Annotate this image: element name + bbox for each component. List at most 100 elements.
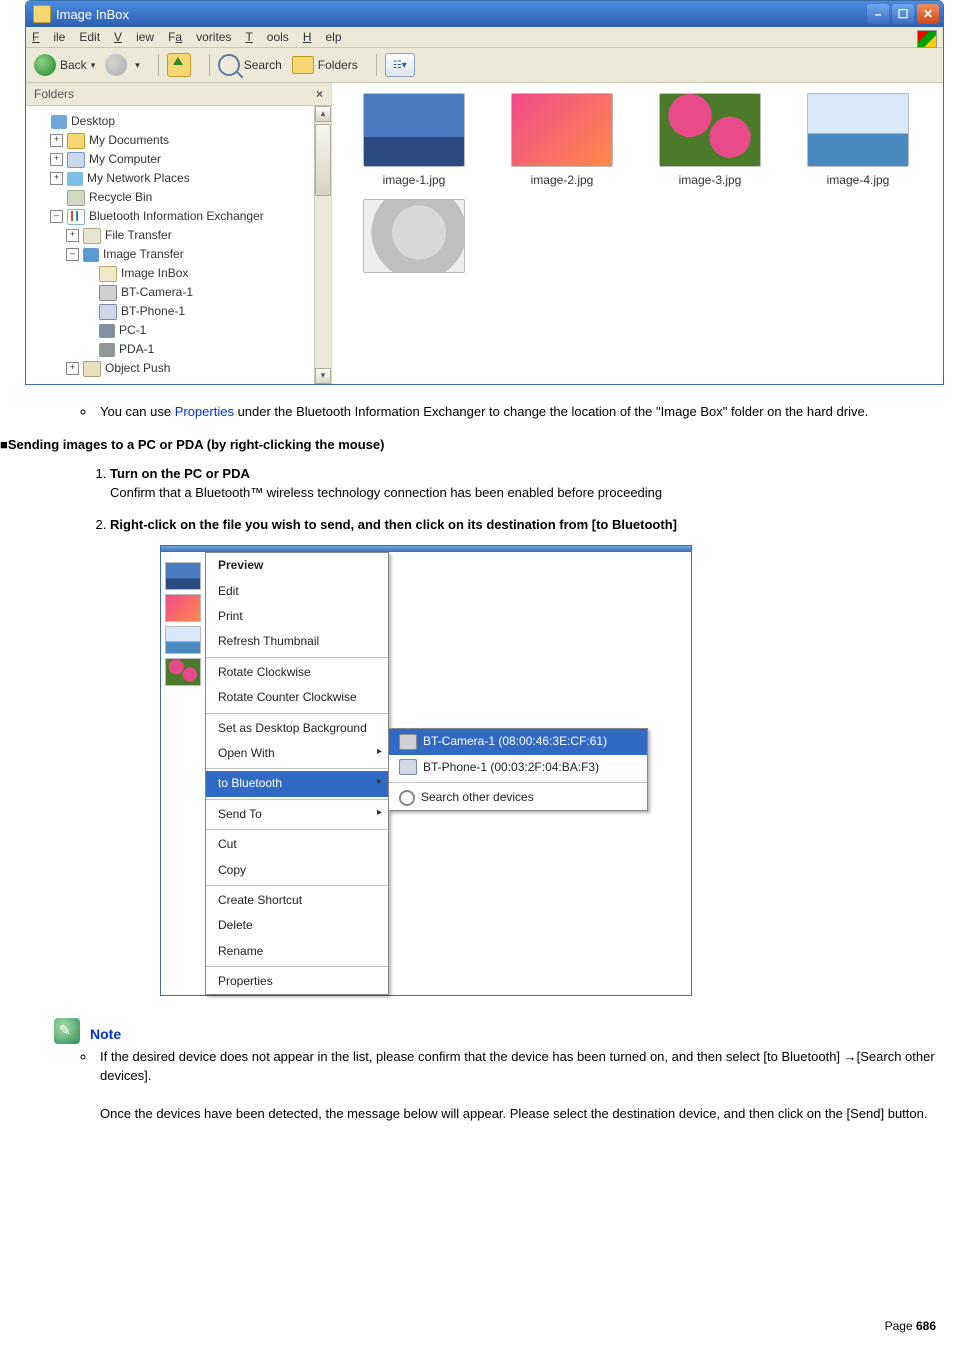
menu-item[interactable]: Rename: [206, 939, 388, 964]
close-pane-icon[interactable]: ×: [316, 87, 323, 101]
back-button[interactable]: Back▾: [34, 54, 95, 76]
expand-icon[interactable]: +: [66, 229, 79, 242]
window-title: Image InBox: [56, 7, 129, 22]
tree-item[interactable]: BT-Phone-1: [121, 302, 185, 321]
chevron-down-icon: ▾: [91, 60, 96, 71]
thumbnail-item[interactable]: image-4.jpg: [788, 93, 928, 187]
minimize-button[interactable]: –: [867, 4, 889, 24]
image-thumb-icon: [363, 93, 465, 167]
folders-pane-title: Folders: [34, 87, 74, 101]
folders-pane: Folders × Desktop + My Documents + My Comp…: [26, 83, 332, 384]
search-button[interactable]: Search: [218, 54, 282, 76]
submenu-item[interactable]: BT-Phone-1 (00:03:2F:04:BA:F3): [389, 755, 647, 780]
object-push-icon: [83, 361, 101, 377]
desktop-icon: [51, 115, 67, 129]
tree-item[interactable]: Bluetooth Information Exchanger: [89, 207, 264, 226]
titlebar[interactable]: Image InBox – ☐ ✕: [26, 1, 943, 27]
thumbnail-label: image-3.jpg: [640, 173, 780, 187]
image-transfer-icon: [83, 248, 99, 262]
properties-link[interactable]: Properties: [175, 404, 234, 419]
expand-icon[interactable]: +: [50, 172, 63, 185]
tree-item[interactable]: My Documents: [89, 131, 169, 150]
menu-view[interactable]: View: [114, 30, 154, 44]
context-menu[interactable]: Preview Edit Print Refresh Thumbnail Rot…: [205, 552, 389, 995]
menu-item[interactable]: Create Shortcut: [206, 888, 388, 913]
folder-tree[interactable]: Desktop + My Documents + My Computer + My N…: [26, 106, 314, 384]
menu-item[interactable]: Copy: [206, 858, 388, 883]
tree-item[interactable]: BT-Camera-1: [121, 283, 193, 302]
expand-icon[interactable]: +: [66, 362, 79, 375]
list-item: Right-click on the file you wish to send…: [110, 516, 940, 996]
bluetooth-submenu[interactable]: BT-Camera-1 (08:00:46:3E:CF:61) BT-Phone…: [388, 728, 648, 811]
close-button[interactable]: ✕: [917, 4, 939, 24]
menu-item[interactable]: Print: [206, 604, 388, 629]
thumbnail-area[interactable]: image-1.jpg image-2.jpg image-3.jpg imag…: [332, 83, 943, 384]
menu-item[interactable]: Preview: [206, 553, 388, 578]
section-heading: ■Sending images to a PC or PDA (by right…: [0, 436, 940, 455]
up-button[interactable]: [167, 53, 191, 77]
thumbnail-label: image-2.jpg: [492, 173, 632, 187]
maximize-button[interactable]: ☐: [892, 4, 914, 24]
collapse-icon[interactable]: –: [50, 210, 63, 223]
image-thumb-icon: [807, 93, 909, 167]
menu-tools[interactable]: Tools: [245, 30, 288, 44]
scroll-down-icon[interactable]: ▾: [315, 368, 331, 384]
menu-item[interactable]: Delete: [206, 913, 388, 938]
inbox-icon: [99, 266, 117, 282]
thumbnail-label: image-4.jpg: [788, 173, 928, 187]
menu-file[interactable]: File: [32, 30, 65, 44]
menu-item[interactable]: Properties: [206, 969, 388, 994]
tree-item[interactable]: File Transfer: [105, 226, 172, 245]
folder-icon: [33, 5, 51, 23]
scroll-thumb[interactable]: [315, 124, 331, 196]
menu-item[interactable]: Open With: [206, 741, 388, 766]
views-button[interactable]: ☷▾: [385, 53, 415, 77]
note-label: Note: [90, 1024, 121, 1044]
menu-item-to-bluetooth[interactable]: to Bluetooth: [206, 771, 388, 796]
menu-help[interactable]: Help: [303, 30, 342, 44]
menu-item[interactable]: Refresh Thumbnail: [206, 629, 388, 654]
thumbnail-item[interactable]: [344, 199, 484, 279]
tree-item[interactable]: PC-1: [119, 321, 146, 340]
expand-icon[interactable]: +: [50, 134, 63, 147]
thumbnail-item[interactable]: image-1.jpg: [344, 93, 484, 187]
menu-item[interactable]: Send To: [206, 802, 388, 827]
menu-item[interactable]: Rotate Clockwise: [206, 660, 388, 685]
submenu-item[interactable]: Search other devices: [389, 785, 647, 810]
pc-icon: [99, 324, 115, 338]
step-title: Right-click on the file you wish to send…: [110, 516, 940, 535]
image-thumb-icon: [363, 199, 465, 273]
tree-item[interactable]: My Network Places: [87, 169, 190, 188]
tree-item[interactable]: Recycle Bin: [89, 188, 152, 207]
tree-item[interactable]: Image Transfer: [103, 245, 184, 264]
tree-item[interactable]: My Computer: [89, 150, 161, 169]
thumbnail-item[interactable]: image-3.jpg: [640, 93, 780, 187]
list-item: Turn on the PC or PDA Confirm that a Blu…: [110, 465, 940, 503]
menu-item[interactable]: Edit: [206, 579, 388, 604]
toolbar: Back▾ ▾ Search Folders ☷▾: [26, 48, 943, 83]
forward-arrow-icon: [105, 54, 127, 76]
tree-item[interactable]: Desktop: [71, 112, 115, 131]
collapse-icon[interactable]: –: [66, 248, 79, 261]
menu-edit[interactable]: Edit: [79, 30, 100, 44]
menu-item[interactable]: Rotate Counter Clockwise: [206, 685, 388, 710]
scrollbar[interactable]: ▴ ▾: [314, 106, 331, 384]
tree-item[interactable]: Object Push: [105, 359, 170, 378]
thumbnail-item[interactable]: image-2.jpg: [492, 93, 632, 187]
scroll-up-icon[interactable]: ▴: [315, 106, 331, 122]
menu-item[interactable]: Set as Desktop Background: [206, 716, 388, 741]
menu-favorites[interactable]: Favorites: [168, 30, 231, 44]
search-icon: [218, 54, 240, 76]
folders-button[interactable]: Folders: [292, 56, 358, 74]
page-footer: Page 686: [885, 1319, 936, 1333]
submenu-item[interactable]: BT-Camera-1 (08:00:46:3E:CF:61): [389, 729, 647, 754]
menu-item[interactable]: Cut: [206, 832, 388, 857]
note-icon: [54, 1018, 80, 1044]
tree-item[interactable]: Image InBox: [121, 264, 188, 283]
pda-icon: [99, 343, 115, 357]
image-thumb-icon: [165, 626, 201, 654]
forward-button[interactable]: ▾: [105, 54, 140, 76]
image-thumb-icon: [511, 93, 613, 167]
tree-item[interactable]: PDA-1: [119, 340, 154, 359]
expand-icon[interactable]: +: [50, 153, 63, 166]
